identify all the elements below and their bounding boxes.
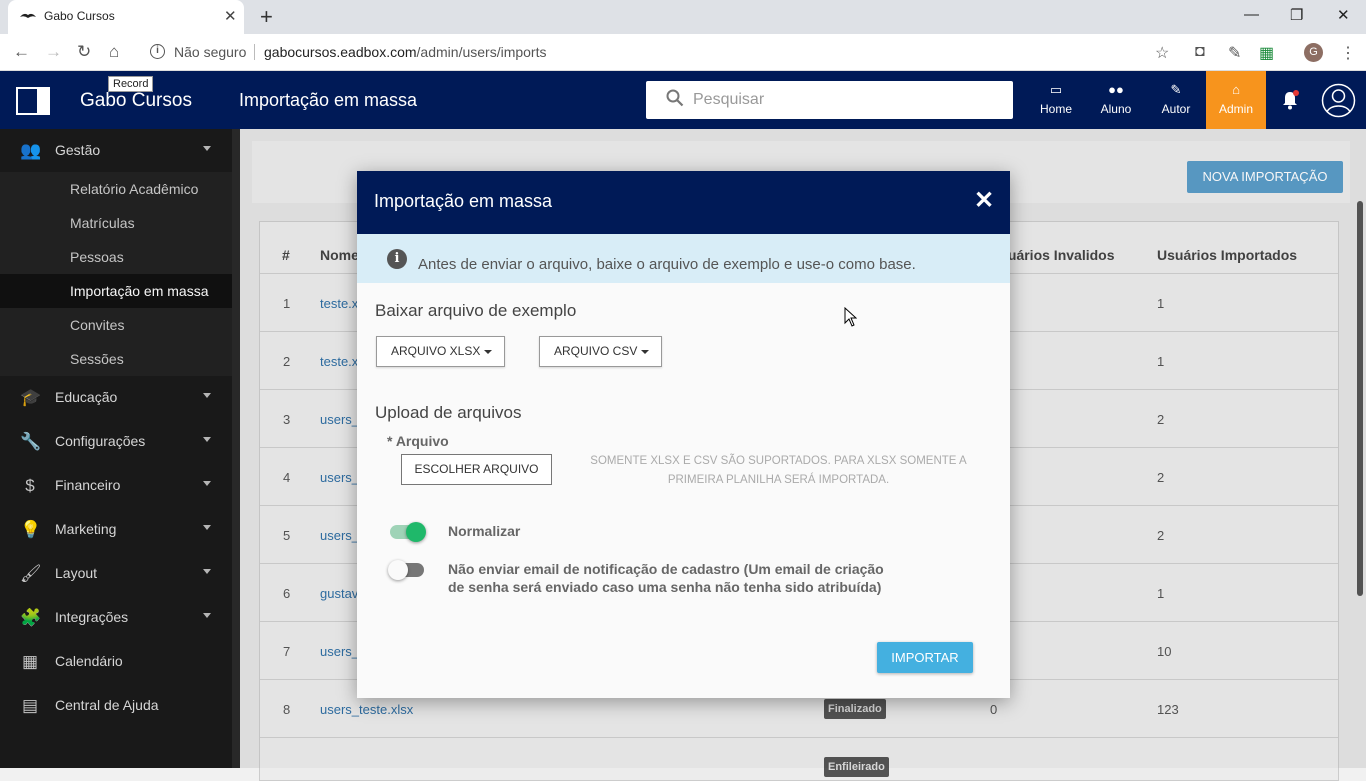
- people-icon: ●●: [1108, 82, 1124, 97]
- not-secure-label[interactable]: Não seguro: [174, 44, 246, 60]
- nav-autor-label: Autor: [1161, 102, 1191, 116]
- url-path: /admin/users/imports: [416, 44, 547, 60]
- download-heading: Baixar arquivo de exemplo: [375, 301, 577, 320]
- nav-admin[interactable]: ⌂ Admin: [1206, 71, 1266, 129]
- back-icon[interactable]: ←: [13, 42, 30, 62]
- caret-down-icon: [641, 349, 650, 354]
- home-icon[interactable]: ⌂: [109, 42, 119, 62]
- menu-dots-icon[interactable]: ⋮: [1340, 43, 1356, 63]
- nav-home-label: Home: [1039, 102, 1072, 116]
- nav-home[interactable]: ▭ Home: [1026, 71, 1086, 129]
- new-tab-button[interactable]: +: [260, 4, 273, 30]
- choose-file-button[interactable]: ESCOLHER ARQUIVO: [401, 454, 552, 485]
- toggle-knob: [406, 522, 426, 542]
- user-avatar-icon[interactable]: [1321, 83, 1356, 118]
- mouse-cursor-icon: [844, 307, 857, 327]
- caret-down-icon: [484, 349, 493, 354]
- file-field-label: * Arquivo: [387, 433, 449, 449]
- toggle-knob: [388, 560, 408, 580]
- bank-icon: ⌂: [1232, 82, 1240, 97]
- info-icon: i: [387, 249, 407, 269]
- reload-icon[interactable]: ↻: [77, 42, 91, 62]
- alert-text: Antes de enviar o arquivo, baixe o arqui…: [418, 256, 916, 273]
- pencil-icon: ✎: [1170, 82, 1182, 97]
- search-box[interactable]: Pesquisar: [646, 81, 1013, 119]
- close-icon[interactable]: ✕: [974, 189, 994, 213]
- address-bar: ← → ↻ ⌂ i Não seguro gabocursos.eadbox.c…: [0, 34, 1366, 71]
- info-alert: i Antes de enviar o arquivo, baixe o arq…: [357, 234, 1010, 283]
- brand-name[interactable]: Gabo Cursos: [80, 90, 192, 112]
- no-email-label: Não enviar email de notificação de cadas…: [448, 561, 884, 595]
- xlsx-button-label: ARQUIVO XLSX: [391, 344, 481, 358]
- extension-grid-icon[interactable]: ▦: [1259, 43, 1274, 63]
- tab-title: Gabo Cursos: [44, 9, 115, 23]
- normalize-label: Normalizar: [448, 523, 521, 539]
- import-modal: Importação em massa ✕ i Antes de enviar …: [357, 171, 1010, 698]
- nav-autor[interactable]: ✎ Autor: [1146, 71, 1206, 129]
- csv-button-label: ARQUIVO CSV: [554, 344, 638, 358]
- camera-icon[interactable]: ◘: [1195, 43, 1205, 61]
- minimize-icon[interactable]: —: [1244, 6, 1259, 23]
- no-email-toggle[interactable]: [388, 560, 424, 580]
- upload-heading: Upload de arquivos: [375, 403, 522, 422]
- browser-tab[interactable]: Gabo Cursos ✕: [8, 0, 244, 34]
- notification-bell-icon[interactable]: [1280, 90, 1300, 110]
- url-field[interactable]: gabocursos.eadbox.com/admin/users/import…: [264, 44, 546, 60]
- forward-icon[interactable]: →: [45, 42, 62, 62]
- restore-icon[interactable]: ❐: [1290, 6, 1303, 24]
- csv-dropdown-button[interactable]: ARQUIVO CSV: [539, 336, 662, 367]
- window-close-icon[interactable]: ✕: [1337, 6, 1350, 24]
- import-button[interactable]: IMPORTAR: [877, 642, 973, 673]
- app-header: Gabo Cursos Record Importação em massa P…: [0, 71, 1366, 129]
- page-title: Importação em massa: [239, 90, 418, 110]
- modal-header: Importação em massa ✕: [357, 171, 1010, 234]
- logo-icon[interactable]: [16, 87, 50, 115]
- profile-avatar[interactable]: G: [1304, 43, 1323, 62]
- info-icon[interactable]: i: [150, 44, 165, 59]
- file-format-hint: SOMENTE XLSX E CSV SÃO SUPORTADOS. PARA …: [590, 455, 967, 486]
- search-icon: [666, 89, 684, 107]
- url-host: gabocursos.eadbox.com: [264, 44, 417, 60]
- modal-title: Importação em massa: [374, 191, 553, 211]
- mustache-favicon-icon: [20, 13, 36, 18]
- nav-admin-label: Admin: [1218, 102, 1253, 116]
- record-tooltip: Record: [108, 76, 154, 92]
- xlsx-dropdown-button[interactable]: ARQUIVO XLSX: [376, 336, 505, 367]
- browser-tab-bar: Gabo Cursos ✕ + — ❐ ✕: [0, 0, 1366, 34]
- nav-aluno[interactable]: ●● Aluno: [1086, 71, 1146, 129]
- laptop-icon: ▭: [1049, 82, 1063, 97]
- nav-aluno-label: Aluno: [1100, 102, 1132, 116]
- address-separator: [254, 44, 255, 60]
- tab-close-icon[interactable]: ✕: [224, 7, 237, 25]
- normalize-toggle[interactable]: [390, 522, 426, 542]
- search-input[interactable]: Pesquisar: [693, 91, 764, 109]
- bookmark-star-icon[interactable]: ☆: [1155, 43, 1169, 63]
- eyedropper-icon[interactable]: ✎: [1228, 43, 1241, 63]
